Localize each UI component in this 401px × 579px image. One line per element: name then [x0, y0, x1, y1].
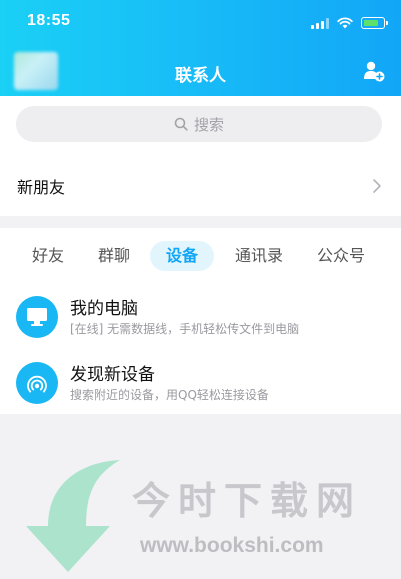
- tab-address-book[interactable]: 通讯录: [228, 241, 290, 271]
- tab-friends[interactable]: 好友: [25, 241, 71, 271]
- chevron-right-icon: [373, 179, 381, 193]
- device-subtitle: 搜索附近的设备，用QQ轻松连接设备: [70, 388, 269, 402]
- search-input[interactable]: 搜索: [16, 106, 382, 142]
- radar-icon: [16, 362, 58, 404]
- device-title: 发现新设备: [70, 365, 155, 385]
- device-item-my-computer[interactable]: 我的电脑 [在线] 无需数据线，手机轻松传文件到电脑: [0, 288, 401, 346]
- tab-groups[interactable]: 群聊: [91, 241, 137, 271]
- watermark-url: www.bookshi.com: [140, 534, 324, 557]
- contact-tabs: 好友 群聊 设备 通讯录 公众号: [0, 238, 401, 274]
- search-icon: [174, 117, 188, 131]
- top-section: 搜索 新朋友: [0, 96, 401, 216]
- list-section: 好友 群聊 设备 通讯录 公众号 我的电脑 [在线] 无需数据线，手机轻松传文件…: [0, 228, 401, 414]
- watermark: 今时下载网 www.bookshi.com: [0, 440, 401, 579]
- monitor-icon: [16, 296, 58, 338]
- device-item-discover[interactable]: 发现新设备 搜索附近的设备，用QQ轻松连接设备: [0, 354, 401, 412]
- tab-devices[interactable]: 设备: [150, 241, 214, 271]
- header: 18:55 联系人: [0, 0, 401, 96]
- search-placeholder: 搜索: [193, 115, 224, 134]
- new-friends-row[interactable]: 新朋友: [0, 166, 401, 206]
- wifi-icon: [337, 17, 353, 29]
- status-time: 18:55: [27, 12, 71, 29]
- new-friends-label: 新朋友: [17, 178, 66, 197]
- watermark-text: 今时下载网: [132, 478, 363, 523]
- tab-official-accounts[interactable]: 公众号: [310, 241, 372, 271]
- arrow-down-icon: [26, 460, 120, 572]
- battery-icon: [361, 17, 388, 29]
- status-bar: 18:55: [0, 0, 401, 48]
- page-title: 联系人: [175, 66, 226, 86]
- status-icons: [311, 16, 388, 30]
- signal-icon: [311, 17, 329, 29]
- contacts-screen: 18:55 联系人 搜索 新朋友 好友 群聊 设备 通讯录 公众号 我的电脑 […: [0, 0, 401, 579]
- add-contact-icon[interactable]: [363, 60, 385, 82]
- device-title: 我的电脑: [70, 299, 138, 319]
- device-subtitle: [在线] 无需数据线，手机轻松传文件到电脑: [70, 322, 300, 336]
